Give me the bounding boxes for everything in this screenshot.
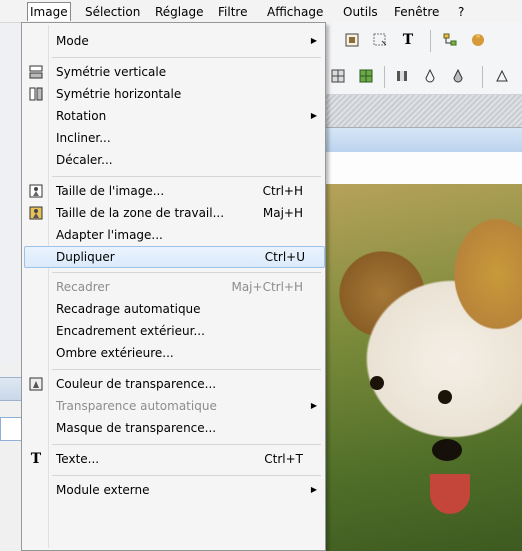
menu-item-label: Couleur de transparence...: [56, 377, 217, 391]
toolbar-separator: [430, 30, 431, 52]
dog-photo: [322, 184, 522, 551]
menu-item-shortcut: Ctrl+T: [264, 452, 303, 466]
menu-item-recadrage-automatique[interactable]: Recadrage automatique: [24, 298, 323, 320]
menu-item-masque-transparence[interactable]: Masque de transparence...: [24, 417, 323, 439]
submenu-arrow-icon: ▶: [310, 485, 317, 494]
menu-item-label: Décaler...: [56, 153, 113, 167]
menu-item-decaler[interactable]: Décaler...: [24, 149, 323, 171]
canvas-size-icon: [28, 205, 44, 221]
menu-item-encadrement-exterieur[interactable]: Encadrement extérieur...: [24, 320, 323, 342]
menu-separator: [52, 444, 321, 445]
menu-item-recadrer[interactable]: Recadrer Maj+Ctrl+H: [24, 276, 323, 298]
menu-filtre[interactable]: Filtre: [218, 4, 247, 20]
menu-separator: [52, 176, 321, 177]
menu-item-label: Symétrie verticale: [56, 65, 167, 79]
document-titlebar[interactable]: [322, 128, 522, 153]
menu-item-label: Taille de l'image...: [56, 184, 165, 198]
menu-item-label: Texte...: [56, 452, 100, 466]
toolbar-separator: [482, 66, 483, 88]
menu-item-taille-zone-travail[interactable]: Taille de la zone de travail... Maj+H: [24, 202, 323, 224]
menu-outils[interactable]: Outils: [343, 4, 378, 20]
submenu-arrow-icon: ▶: [310, 111, 317, 120]
panel-stripe: [322, 95, 522, 128]
drop-icon[interactable]: [420, 66, 440, 86]
menu-item-label: Masque de transparence...: [56, 421, 217, 435]
grid-icon[interactable]: [328, 66, 348, 86]
menu-item-label: Transparence automatique: [56, 399, 217, 413]
toolbar-top: T: [322, 22, 522, 59]
menu-item-dupliquer[interactable]: Dupliquer Ctrl+U: [24, 246, 325, 268]
menu-separator: [52, 272, 321, 273]
menu-affichage[interactable]: Affichage: [267, 4, 323, 20]
menu-image[interactable]: Image: [27, 2, 71, 21]
crop-icon[interactable]: [342, 30, 362, 50]
menu-item-mode[interactable]: Mode ▶: [24, 30, 323, 52]
menu-item-shortcut: Ctrl+U: [264, 250, 305, 264]
drop-fill-icon[interactable]: [448, 66, 468, 86]
menu-item-adapter-image[interactable]: Adapter l'image...: [24, 224, 323, 246]
menu-reglage[interactable]: Réglage: [155, 4, 204, 20]
menu-item-ombre-exterieure[interactable]: Ombre extérieure...: [24, 342, 323, 364]
menu-item-label: Mode: [56, 34, 89, 48]
flip-horizontal-icon: [28, 86, 44, 102]
menu-separator: [52, 369, 321, 370]
menu-item-couleur-transparence[interactable]: Couleur de transparence...: [24, 373, 323, 395]
text-icon: T: [30, 451, 42, 467]
submenu-arrow-icon: ▶: [310, 36, 317, 45]
puzzle-icon[interactable]: [468, 30, 488, 50]
dog-mouth: [430, 474, 470, 514]
menu-item-module-externe[interactable]: Module externe ▶: [24, 479, 323, 501]
menu-item-label: Dupliquer: [56, 250, 115, 264]
menu-help[interactable]: ?: [458, 4, 464, 20]
toolbar-second: [322, 58, 522, 95]
dog-eye-left: [370, 376, 384, 390]
flip-vertical-icon: [28, 64, 44, 80]
menu-item-shortcut: Ctrl+H: [262, 184, 303, 198]
menu-item-label: Ombre extérieure...: [56, 346, 174, 360]
menu-separator: [52, 475, 321, 476]
menu-item-texte[interactable]: T Texte... Ctrl+T: [24, 448, 323, 470]
menu-item-label: Rotation: [56, 109, 107, 123]
menu-item-symetrie-verticale[interactable]: Symétrie verticale: [24, 61, 323, 83]
select-icon[interactable]: [370, 30, 390, 50]
transparency-color-icon: [28, 376, 44, 392]
image-size-icon: [28, 183, 44, 199]
grid-color-icon[interactable]: [356, 66, 376, 86]
menu-item-transparence-automatique[interactable]: Transparence automatique ▶: [24, 395, 323, 417]
menu-item-rotation[interactable]: Rotation ▶: [24, 105, 323, 127]
menu-item-label: Taille de la zone de travail...: [56, 206, 225, 220]
tree-icon[interactable]: [440, 30, 460, 50]
menu-item-taille-image[interactable]: Taille de l'image... Ctrl+H: [24, 180, 323, 202]
menu-separator: [52, 57, 321, 58]
menu-selection[interactable]: Sélection: [85, 4, 140, 20]
menu-item-incliner[interactable]: Incliner...: [24, 127, 323, 149]
menu-item-label: Symétrie horizontale: [56, 87, 182, 101]
menu-item-label: Encadrement extérieur...: [56, 324, 205, 338]
menu-item-shortcut: Maj+H: [262, 206, 303, 220]
menu-item-label: Recadrage automatique: [56, 302, 201, 316]
menu-bar: Image Sélection Réglage Filtre Affichage…: [0, 0, 522, 23]
submenu-arrow-icon: ▶: [310, 401, 317, 410]
book-icon[interactable]: [392, 66, 412, 86]
dog-eye-right: [438, 390, 452, 404]
triangle-icon[interactable]: [492, 66, 512, 86]
image-menu: Mode ▶ Symétrie verticale Symétrie horiz…: [21, 22, 326, 551]
menu-fenetre[interactable]: Fenêtre: [394, 4, 439, 20]
menu-item-shortcut: Maj+Ctrl+H: [231, 280, 303, 294]
dog-nose: [432, 439, 462, 461]
menu-item-label: Module externe: [56, 483, 150, 497]
menu-item-symetrie-horizontale[interactable]: Symétrie horizontale: [24, 83, 323, 105]
menu-item-label: Incliner...: [56, 131, 111, 145]
text-tool-icon[interactable]: T: [398, 30, 418, 50]
menu-item-label: Adapter l'image...: [56, 228, 163, 242]
toolbar-separator: [384, 66, 385, 88]
menu-item-label: Recadrer: [56, 280, 110, 294]
